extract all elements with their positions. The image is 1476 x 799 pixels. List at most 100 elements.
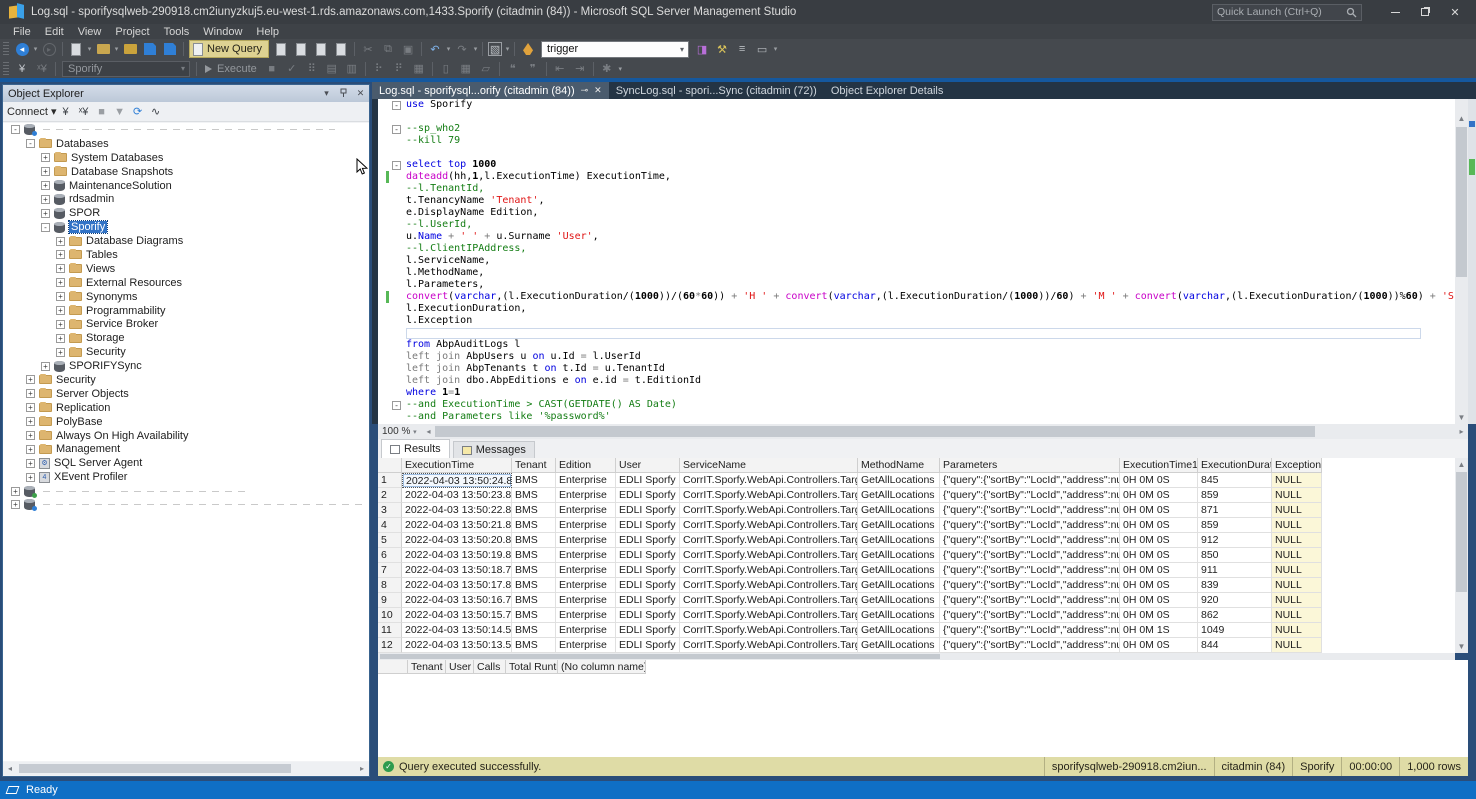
tree-item-redacted[interactable]: + [3, 498, 369, 512]
row-number-cell[interactable]: 5 [378, 533, 402, 548]
data-cell[interactable]: GetAllLocations [858, 623, 940, 638]
data-cell[interactable]: 2022-04-03 13:50:15.770 [402, 608, 512, 623]
open-file-icon[interactable] [95, 41, 111, 57]
summary-grid[interactable]: TenantUserCallsTotal Runtime(No column n… [378, 660, 1468, 757]
data-cell[interactable]: GetAllLocations [858, 608, 940, 623]
expand-icon[interactable]: + [56, 348, 65, 357]
undo-icon[interactable]: ↶ [427, 41, 443, 57]
data-cell[interactable]: CorrIT.Sporfy.WebApi.Controllers.Target.… [680, 488, 858, 503]
tree-item-synonyms[interactable]: +Synonyms [3, 290, 369, 304]
specify-template-icon[interactable]: ⠗ [371, 61, 387, 77]
cut-icon[interactable]: ✂ [360, 41, 376, 57]
scrollbar-thumb[interactable] [380, 654, 940, 659]
data-cell[interactable]: 0H 0M 0S [1120, 548, 1198, 563]
corner-header-cell[interactable] [378, 458, 402, 473]
data-cell[interactable]: NULL [1272, 503, 1322, 518]
data-cell[interactable]: GetAllLocations [858, 533, 940, 548]
scrollbar-thumb[interactable] [1456, 472, 1467, 592]
client-stats-icon[interactable]: ▦ [411, 61, 427, 77]
document-tab-0[interactable]: Log.sql - sporifysql...orify (citadmin (… [372, 82, 609, 99]
data-cell[interactable]: 2022-04-03 13:50:23.847 [402, 488, 512, 503]
document-tab-1[interactable]: SyncLog.sql - spori...Sync (citadmin (72… [609, 82, 824, 99]
row-number-cell[interactable]: 8 [378, 578, 402, 593]
window-position-dropdown-icon[interactable]: ▾ [318, 88, 335, 99]
close-icon[interactable]: ✕ [352, 88, 369, 99]
editor-line-17[interactable]: convert(varchar,(l.ExecutionDuration/(10… [378, 291, 1455, 303]
data-cell[interactable]: {"query":{"sortBy":"LocId","address":nul… [940, 548, 1120, 563]
expand-icon[interactable]: + [26, 445, 35, 454]
editor-line-11[interactable]: --l.UserId, [378, 219, 1455, 231]
expand-icon[interactable]: + [56, 237, 65, 246]
results-grid-vscrollbar[interactable]: ▲ ▼ [1455, 458, 1468, 653]
data-cell[interactable]: {"query":{"sortBy":"LocId","address":nul… [940, 503, 1120, 518]
editor-line-8[interactable]: --l.TenantId, [378, 183, 1455, 195]
data-cell[interactable]: Enterprise [556, 533, 616, 548]
data-cell[interactable]: {"query":{"sortBy":"LocId","address":nul… [940, 488, 1120, 503]
document-tab-2[interactable]: Object Explorer Details [824, 82, 951, 99]
column-header-edition[interactable]: Edition [556, 458, 616, 473]
data-cell[interactable]: 839 [1198, 578, 1272, 593]
tree-item-sql-server-agent[interactable]: +⚙SQL Server Agent [3, 456, 369, 470]
disconnect-object-icon[interactable]: ˣ¥ [75, 106, 93, 118]
corner-header-cell[interactable] [378, 660, 408, 674]
editor-line-20[interactable] [378, 327, 1455, 339]
data-cell[interactable]: Enterprise [556, 488, 616, 503]
terminal-icon[interactable]: ▭ [754, 41, 770, 57]
scroll-down-icon[interactable]: ▼ [1455, 640, 1468, 653]
data-cell[interactable]: NULL [1272, 593, 1322, 608]
editor-line-22[interactable]: left join AbpUsers u on u.Id = l.UserId [378, 351, 1455, 363]
tree-item-sporify[interactable]: -Sporify [3, 220, 369, 234]
column-header-user[interactable]: User [616, 458, 680, 473]
data-cell[interactable]: 0H 0M 0S [1120, 593, 1198, 608]
expand-icon[interactable]: + [26, 431, 35, 440]
tree-item-database-snapshots[interactable]: +Database Snapshots [3, 165, 369, 179]
data-cell[interactable]: BMS [512, 638, 556, 653]
data-cell[interactable]: 0H 0M 0S [1120, 488, 1198, 503]
data-cell[interactable]: CorrIT.Sporfy.WebApi.Controllers.Target.… [680, 578, 858, 593]
object-explorer-hscrollbar[interactable]: ◂ ▸ [3, 762, 369, 775]
expand-icon[interactable]: + [41, 362, 50, 371]
column-header-nocolumnname[interactable]: (No column name) [558, 660, 646, 674]
redo-icon[interactable]: ↷ [454, 41, 470, 57]
data-cell[interactable]: NULL [1272, 578, 1322, 593]
data-cell[interactable]: Enterprise [556, 563, 616, 578]
results-to-text-icon[interactable]: ▯ [438, 61, 454, 77]
data-cell[interactable]: EDLI Sporfy [616, 578, 680, 593]
tree-item-database-diagrams[interactable]: +Database Diagrams [3, 234, 369, 248]
editor-line-23[interactable]: left join AbpTenants t on t.Id = u.Tenan… [378, 363, 1455, 375]
editor-zoom-control[interactable]: 100 % ▾ [378, 426, 422, 437]
data-cell[interactable]: EDLI Sporfy [616, 533, 680, 548]
data-cell[interactable]: BMS [512, 518, 556, 533]
menu-edit[interactable]: Edit [38, 24, 71, 39]
row-number-cell[interactable]: 3 [378, 503, 402, 518]
tree-item-databases[interactable]: -Databases [3, 137, 369, 151]
new-dmx-query-icon[interactable] [293, 41, 309, 57]
data-cell[interactable]: GetAllLocations [858, 473, 940, 488]
data-cell[interactable]: 2022-04-03 13:50:22.847 [402, 503, 512, 518]
toolbar-grip[interactable] [3, 62, 9, 76]
data-cell[interactable]: 862 [1198, 608, 1272, 623]
editor-line-18[interactable]: l.ExecutionDuration, [378, 303, 1455, 315]
expand-icon[interactable]: + [11, 500, 20, 509]
data-cell[interactable]: NULL [1272, 488, 1322, 503]
expand-icon[interactable]: + [41, 153, 50, 162]
data-cell[interactable]: CorrIT.Sporfy.WebApi.Controllers.Target.… [680, 548, 858, 563]
activity-monitor-icon[interactable]: ∿ [147, 105, 165, 118]
fold-collapse-icon[interactable]: - [392, 161, 401, 170]
data-cell[interactable]: 844 [1198, 638, 1272, 653]
object-explorer-titlebar[interactable]: Object Explorer ▾ ✕ [3, 85, 369, 102]
new-xmla-query-icon[interactable] [313, 41, 329, 57]
refresh-icon[interactable]: ⟳ [129, 105, 147, 118]
toolbar-overflow-dropdown[interactable]: ▾ [617, 65, 624, 73]
menu-window[interactable]: Window [196, 24, 249, 39]
data-cell[interactable]: Enterprise [556, 548, 616, 563]
menu-view[interactable]: View [71, 24, 109, 39]
data-cell[interactable]: Enterprise [556, 518, 616, 533]
data-cell[interactable]: 2022-04-03 13:50:21.863 [402, 518, 512, 533]
data-cell[interactable]: NULL [1272, 533, 1322, 548]
navigate-back-button[interactable]: ◂ [14, 41, 30, 57]
collapse-icon[interactable]: - [11, 125, 20, 134]
new-project-icon[interactable] [68, 41, 84, 57]
disconnect-icon[interactable]: ˣ¥ [34, 61, 50, 77]
editor-line-19[interactable]: l.Exception [378, 315, 1455, 327]
